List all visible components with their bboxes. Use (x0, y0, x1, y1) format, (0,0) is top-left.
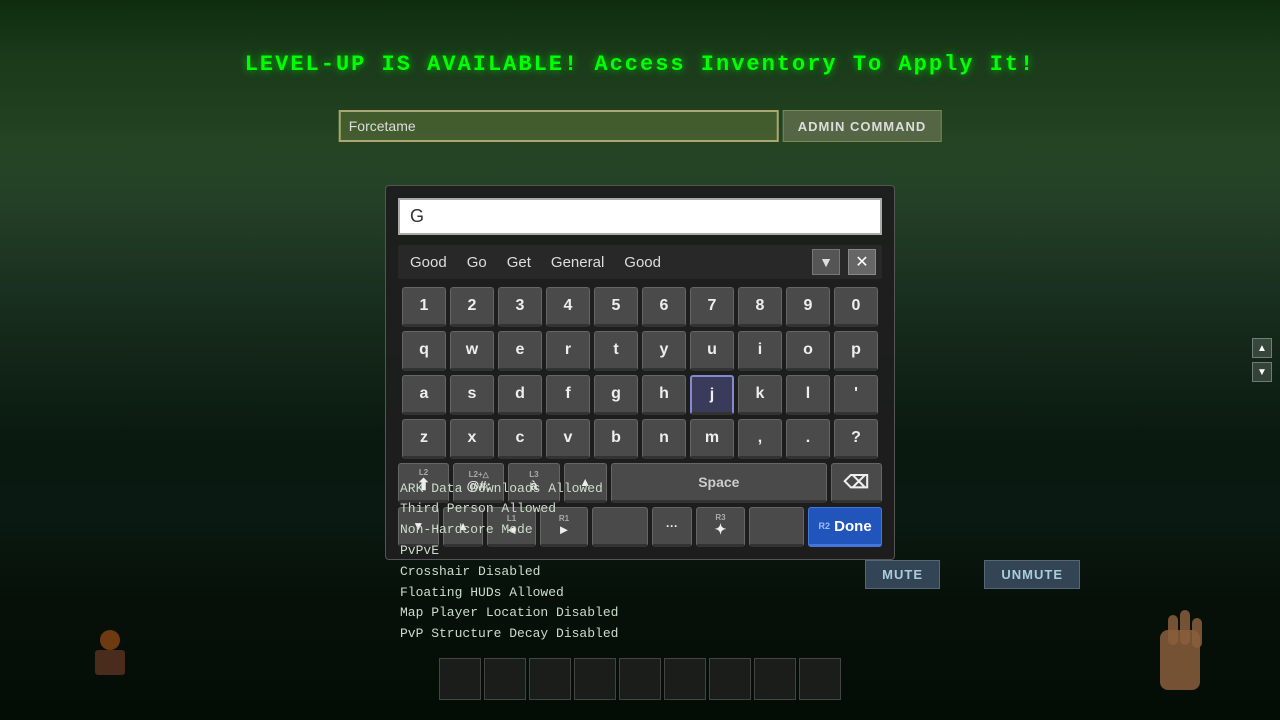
admin-command-button[interactable]: ADMIN COMMAND (783, 110, 942, 142)
key-9[interactable]: 9 (786, 287, 830, 327)
inv-slot-6[interactable] (664, 658, 706, 700)
player-avatar (80, 620, 140, 680)
key-k[interactable]: k (738, 375, 782, 415)
key-h[interactable]: h (642, 375, 686, 415)
inv-slot-2[interactable] (484, 658, 526, 700)
level-up-banner: LEVEL-UP IS AVAILABLE! Access Inventory … (0, 52, 1280, 77)
key-8[interactable]: 8 (738, 287, 782, 327)
mute-button[interactable]: MUTE (865, 560, 940, 589)
inv-slot-8[interactable] (754, 658, 796, 700)
admin-command-input[interactable] (339, 110, 779, 142)
server-info-line-8: PvP Structure Decay Disabled (400, 624, 618, 645)
autocomplete-word-4[interactable]: General (545, 252, 610, 273)
key-space[interactable]: Space (611, 463, 827, 503)
key-l[interactable]: l (786, 375, 830, 415)
admin-command-bar: ADMIN COMMAND (339, 110, 942, 142)
key-row-1: q w e r t y u i o p (398, 331, 882, 371)
key-p[interactable]: p (834, 331, 878, 371)
key-r[interactable]: r (546, 331, 590, 371)
key-g[interactable]: g (594, 375, 638, 415)
number-row: 1 2 3 4 5 6 7 8 9 0 (398, 287, 882, 327)
key-i[interactable]: i (738, 331, 782, 371)
key-s[interactable]: s (450, 375, 494, 415)
key-o[interactable]: o (786, 331, 830, 371)
key-e[interactable]: e (498, 331, 542, 371)
key-x[interactable]: x (450, 419, 494, 459)
key-comma[interactable]: , (738, 419, 782, 459)
autocomplete-word-5[interactable]: Good (618, 252, 667, 273)
key-a[interactable]: a (402, 375, 446, 415)
key-3[interactable]: 3 (498, 287, 542, 327)
autocomplete-dropdown-button[interactable]: ▼ (812, 249, 840, 275)
right-hand (1140, 600, 1220, 700)
inv-slot-7[interactable] (709, 658, 751, 700)
key-q[interactable]: q (402, 331, 446, 371)
inv-slot-3[interactable] (529, 658, 571, 700)
server-info-panel: ARK Data Downloads Allowed Third Person … (400, 479, 618, 645)
key-v[interactable]: v (546, 419, 590, 459)
server-info-line-4: PvPvE (400, 541, 618, 562)
key-0[interactable]: 0 (834, 287, 878, 327)
key-question[interactable]: ? (834, 419, 878, 459)
key-c[interactable]: c (498, 419, 542, 459)
key-period[interactable]: . (786, 419, 830, 459)
foliage-overlay (0, 0, 1280, 200)
nav-arrows: ▲ ▼ (1252, 338, 1272, 382)
autocomplete-row: Good Go Get General Good ▼ ✕ (398, 245, 882, 279)
server-info-line-3: Non-Hardcore Mode (400, 520, 618, 541)
inventory-bar (439, 658, 841, 700)
key-m[interactable]: m (690, 419, 734, 459)
inv-slot-4[interactable] (574, 658, 616, 700)
key-empty-2 (749, 507, 804, 547)
key-row-2: a s d f g h j k l ' (398, 375, 882, 415)
keyboard-search-input[interactable] (398, 198, 882, 235)
server-info-line-1: ARK Data Downloads Allowed (400, 479, 618, 500)
autocomplete-close-button[interactable]: ✕ (848, 249, 876, 275)
key-done[interactable]: R2 Done (808, 507, 882, 547)
server-info-line-2: Third Person Allowed (400, 499, 618, 520)
key-f[interactable]: f (546, 375, 590, 415)
nav-arrow-down[interactable]: ▼ (1252, 362, 1272, 382)
key-j[interactable]: j (690, 375, 734, 415)
key-7[interactable]: 7 (690, 287, 734, 327)
key-w[interactable]: w (450, 331, 494, 371)
key-n[interactable]: n (642, 419, 686, 459)
key-z[interactable]: z (402, 419, 446, 459)
key-5[interactable]: 5 (594, 287, 638, 327)
key-backspace[interactable]: ⌫ (831, 463, 882, 503)
inv-slot-5[interactable] (619, 658, 661, 700)
nav-arrow-up[interactable]: ▲ (1252, 338, 1272, 358)
key-r3-settings[interactable]: R3 ✦ (696, 507, 744, 547)
unmute-button[interactable]: UNMUTE (984, 560, 1080, 589)
key-apostrophe[interactable]: ' (834, 375, 878, 415)
key-t[interactable]: t (594, 331, 638, 371)
key-2[interactable]: 2 (450, 287, 494, 327)
autocomplete-word-2[interactable]: Go (461, 252, 493, 273)
autocomplete-word-1[interactable]: Good (404, 252, 453, 273)
server-info-line-5: Crosshair Disabled (400, 562, 618, 583)
key-ellipsis[interactable]: ··· (652, 507, 693, 547)
key-y[interactable]: y (642, 331, 686, 371)
key-b[interactable]: b (594, 419, 638, 459)
autocomplete-word-3[interactable]: Get (501, 252, 537, 273)
key-6[interactable]: 6 (642, 287, 686, 327)
inv-slot-1[interactable] (439, 658, 481, 700)
key-4[interactable]: 4 (546, 287, 590, 327)
key-row-3: z x c v b n m , . ? (398, 419, 882, 459)
server-info-line-7: Map Player Location Disabled (400, 603, 618, 624)
key-u[interactable]: u (690, 331, 734, 371)
inv-slot-9[interactable] (799, 658, 841, 700)
key-d[interactable]: d (498, 375, 542, 415)
server-info-line-6: Floating HUDs Allowed (400, 583, 618, 604)
key-1[interactable]: 1 (402, 287, 446, 327)
